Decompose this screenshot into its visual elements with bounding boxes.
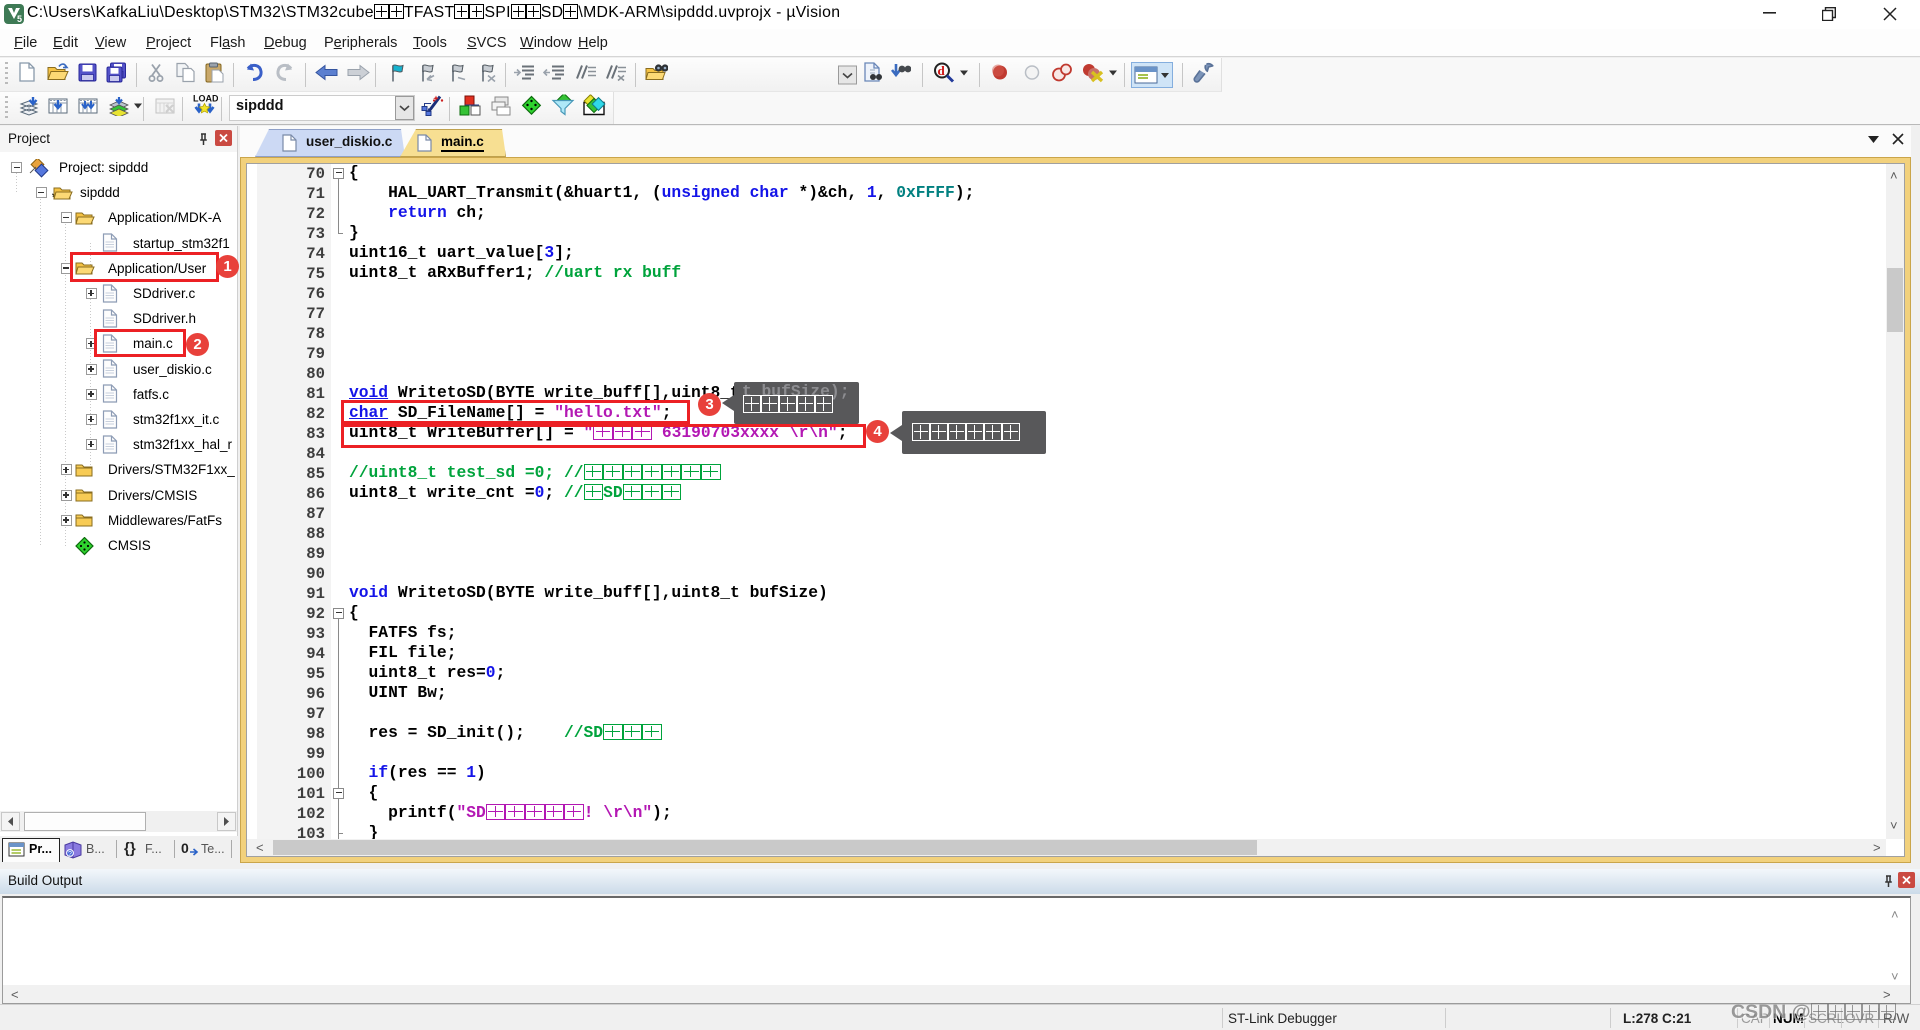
svg-text:LOAD: LOAD xyxy=(193,94,218,104)
svg-text:5: 5 xyxy=(17,14,22,24)
svg-text:d: d xyxy=(938,63,946,78)
svg-text:?: ? xyxy=(68,851,72,858)
